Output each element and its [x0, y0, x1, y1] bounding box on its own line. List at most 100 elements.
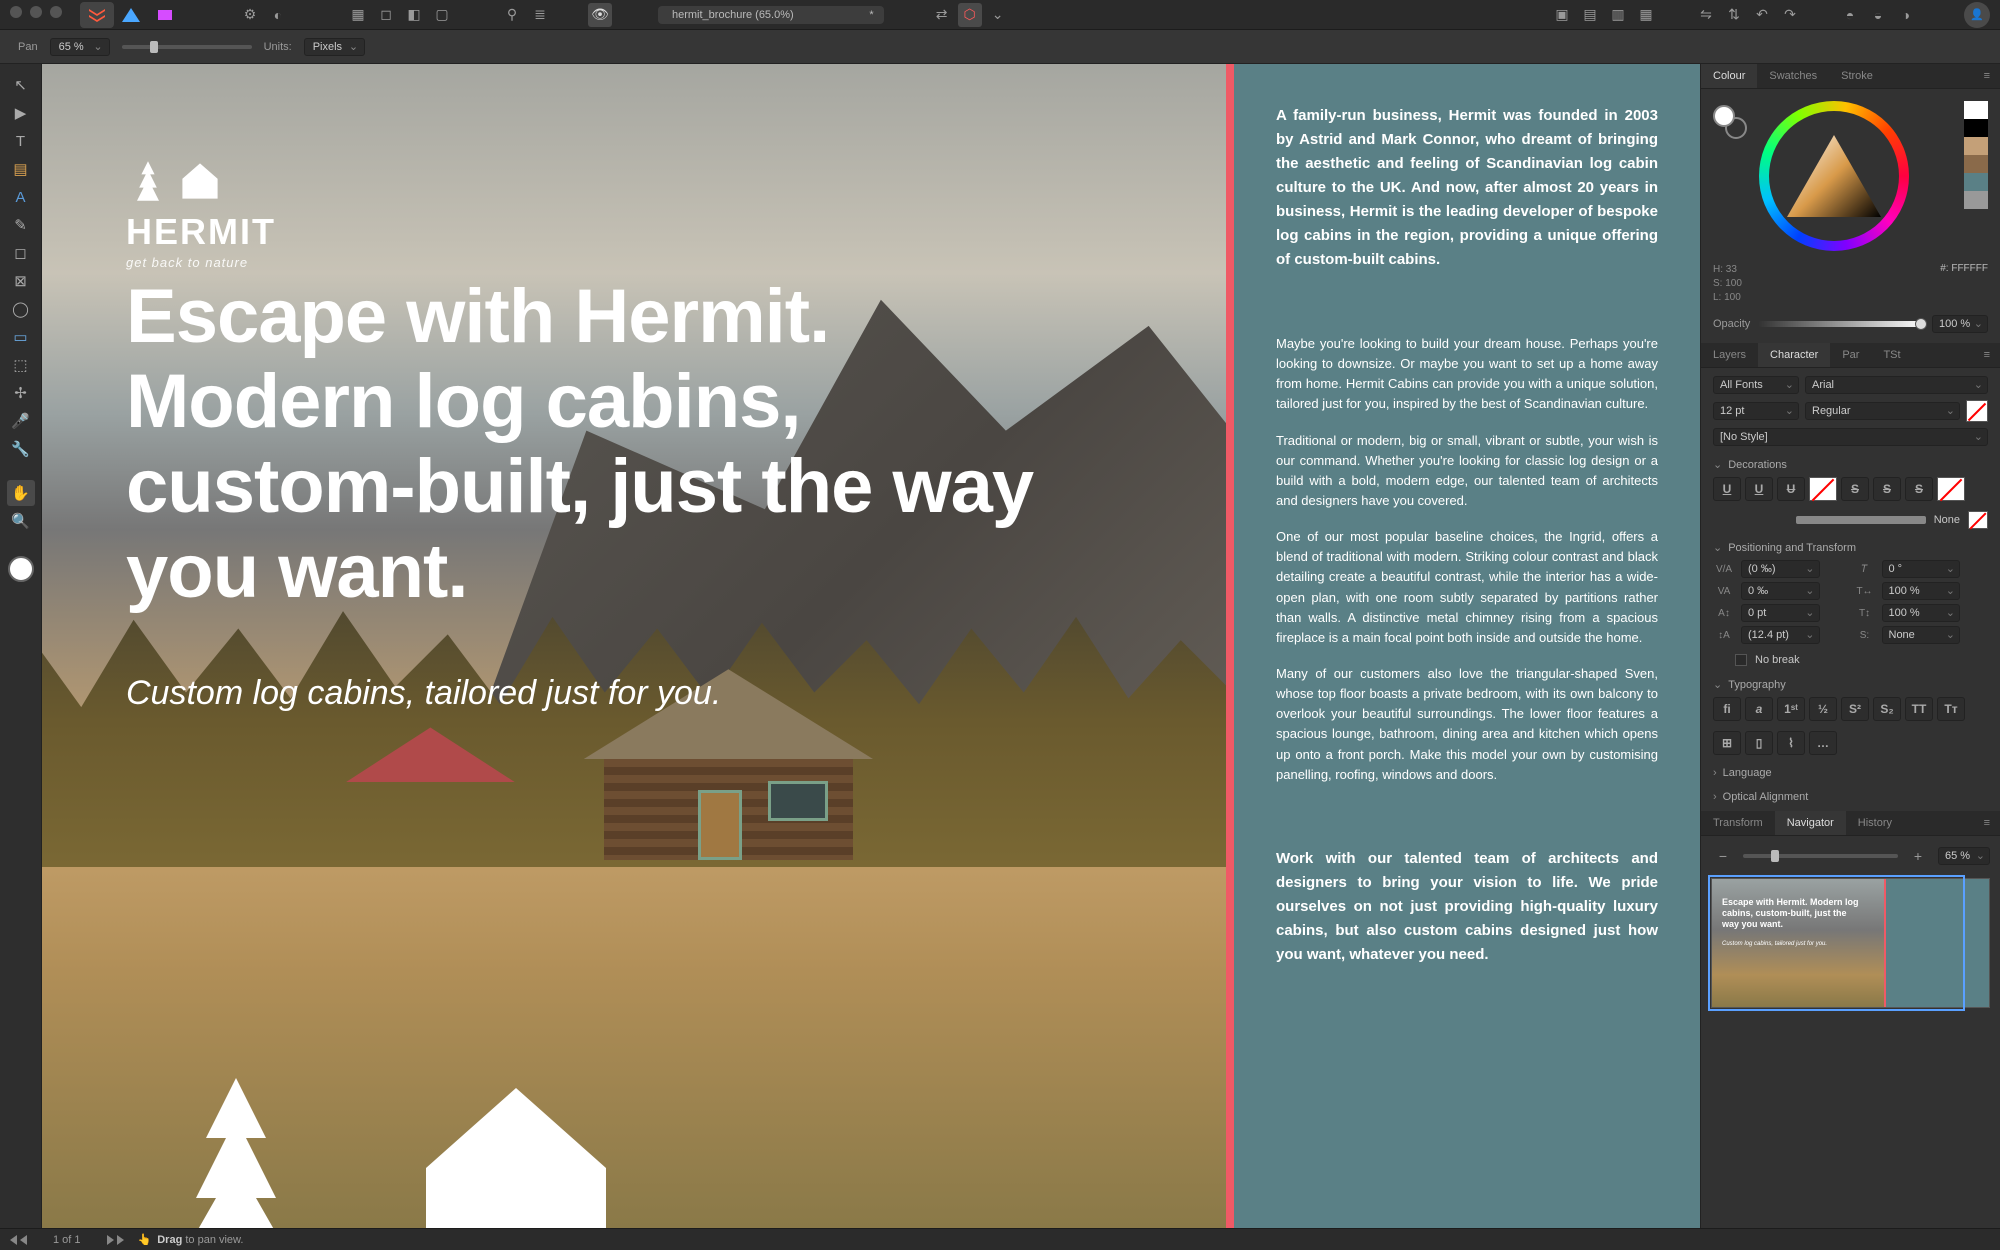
scaleopt-field[interactable]: None — [1882, 626, 1961, 644]
nav-zoom-slider[interactable] — [1743, 854, 1898, 858]
move-front-icon[interactable]: ▦ — [1634, 3, 1658, 27]
rotate-ccw-icon[interactable]: ↶ — [1750, 3, 1774, 27]
account-icon[interactable]: 👤 — [1964, 2, 1990, 28]
app-tab-publisher[interactable] — [80, 2, 114, 28]
snap-menu-icon[interactable]: ⌄ — [986, 3, 1010, 27]
boolean-int-icon[interactable]: ◑ — [1894, 3, 1918, 27]
ligatures-btn[interactable]: fi — [1713, 697, 1741, 721]
artistic-text-tool-icon[interactable]: T — [7, 128, 35, 154]
eyedropper-tool-icon[interactable]: ✎ — [7, 212, 35, 238]
view-mode-pixel-icon[interactable]: ▦ — [346, 3, 370, 27]
anchor-icon[interactable]: ⚲ — [500, 3, 524, 27]
preferences-icon[interactable]: ⚙ — [238, 3, 262, 27]
leading-field[interactable]: (12.4 pt) — [1741, 626, 1820, 644]
typo-more-btn[interactable]: … — [1809, 731, 1837, 755]
boolean-add-icon[interactable]: ◓ — [1838, 3, 1862, 27]
pen-tool-icon[interactable]: 🔧 — [7, 436, 35, 462]
view-mode-split-icon[interactable]: ◧ — [402, 3, 426, 27]
sub-btn[interactable]: S₂ — [1873, 697, 1901, 721]
deco-colour-none2[interactable] — [1937, 477, 1965, 501]
tab-character[interactable]: Character — [1758, 343, 1830, 367]
flip-h-icon[interactable]: ⇋ — [1694, 3, 1718, 27]
swatch[interactable] — [1964, 155, 1988, 173]
hex-value[interactable]: FFFFFF — [1951, 263, 1988, 274]
zoom-field[interactable]: 65 % — [50, 38, 110, 56]
move-back-icon[interactable]: ▣ — [1550, 3, 1574, 27]
panel-menu-icon[interactable]: ≡ — [1974, 66, 2000, 86]
first-page-icon[interactable] — [10, 1235, 17, 1245]
strike3-btn[interactable]: S — [1873, 477, 1901, 501]
alt-btn[interactable]: a — [1745, 697, 1773, 721]
section-typography[interactable]: Typography — [1713, 678, 1988, 691]
tab-history[interactable]: History — [1846, 811, 1904, 835]
baseline-field[interactable]: 0 pt — [1741, 604, 1820, 622]
fg-colour-swatch[interactable] — [8, 556, 34, 582]
strike-btn[interactable]: U — [1777, 477, 1805, 501]
font-style-select[interactable]: Regular — [1805, 402, 1960, 420]
dbl-underline-btn[interactable]: U — [1745, 477, 1773, 501]
ordinal-btn[interactable]: 1ˢᵗ — [1777, 697, 1805, 721]
opacity-slider[interactable] — [1758, 321, 1924, 327]
smallcaps-btn[interactable]: Tᴛ — [1937, 697, 1965, 721]
prev-page-icon[interactable] — [20, 1235, 27, 1245]
doc-setup-icon[interactable]: ◐ — [266, 3, 290, 27]
section-positioning[interactable]: Positioning and Transform — [1713, 541, 1988, 554]
swatch[interactable] — [1964, 191, 1988, 209]
tab-transform[interactable]: Transform — [1701, 811, 1775, 835]
swatch[interactable] — [1964, 173, 1988, 191]
fill-tool-icon[interactable]: ✢ — [7, 380, 35, 406]
typo-opt2[interactable]: ▯ — [1745, 731, 1773, 755]
swatch[interactable] — [1964, 137, 1988, 155]
hscale-field[interactable]: 100 % — [1882, 582, 1961, 600]
nav-zoom-field[interactable]: 65 % — [1938, 847, 1990, 865]
units-select[interactable]: Pixels — [304, 38, 365, 56]
section-decorations[interactable]: Decorations — [1713, 458, 1988, 471]
colour-triangle[interactable] — [1787, 135, 1881, 217]
fill-stroke-selector[interactable] — [1713, 105, 1747, 139]
view-mode-retina-icon[interactable]: ▢ — [430, 3, 454, 27]
preview-mode-icon[interactable]: 👁 — [588, 3, 612, 27]
deco-bg-none[interactable] — [1968, 511, 1988, 529]
swatch[interactable] — [1964, 101, 1988, 119]
typo-opt3[interactable]: ⌇ — [1777, 731, 1805, 755]
navigator-thumbnail[interactable]: Escape with Hermit. Modern log cabins, c… — [1711, 878, 1990, 1008]
frame-text-tool-icon[interactable]: ▤ — [7, 156, 35, 182]
font-collection-select[interactable]: All Fonts — [1713, 376, 1799, 394]
rotate-cw-icon[interactable]: ↷ — [1778, 3, 1802, 27]
move-forward-icon[interactable]: ▥ — [1606, 3, 1630, 27]
tab-paragraph[interactable]: Par — [1830, 343, 1871, 367]
ellipse-tool-icon[interactable]: ◯ — [7, 296, 35, 322]
tab-layers[interactable]: Layers — [1701, 343, 1758, 367]
caps-btn[interactable]: TT — [1905, 697, 1933, 721]
opacity-field[interactable]: 100 % — [1932, 315, 1988, 333]
zoom-slider[interactable] — [122, 45, 252, 49]
section-language[interactable]: Language — [1713, 767, 1988, 779]
underline-btn[interactable]: U — [1713, 477, 1741, 501]
panel-menu-icon[interactable]: ≡ — [1974, 813, 2000, 833]
deco-colour-none[interactable] — [1809, 477, 1837, 501]
navigator-viewport[interactable] — [1708, 875, 1965, 1011]
zoom-tool-icon[interactable]: 🔍 — [7, 508, 35, 534]
frac-btn[interactable]: ½ — [1809, 697, 1837, 721]
deco-weight-slider[interactable] — [1796, 516, 1926, 524]
canvas[interactable]: HERMIT get back to nature Escape with He… — [42, 64, 1700, 1228]
vscale-field[interactable]: 100 % — [1882, 604, 1961, 622]
nobreak-checkbox[interactable] — [1735, 654, 1747, 666]
tab-navigator[interactable]: Navigator — [1775, 811, 1846, 835]
section-optical[interactable]: Optical Alignment — [1713, 791, 1988, 803]
rectangle-tool-icon[interactable]: ◻ — [7, 240, 35, 266]
character-style-select[interactable]: [No Style] — [1713, 428, 1988, 446]
app-tab-designer[interactable] — [114, 2, 148, 28]
font-family-select[interactable]: Arial — [1805, 376, 1988, 394]
font-size-field[interactable]: 12 pt — [1713, 402, 1799, 420]
pan-tool-icon[interactable]: ✋ — [7, 480, 35, 506]
preflight-icon[interactable]: ⇄ — [930, 3, 954, 27]
tab-swatches[interactable]: Swatches — [1757, 64, 1829, 88]
move-backward-icon[interactable]: ▤ — [1578, 3, 1602, 27]
transparency-tool-icon[interactable]: 🎤 — [7, 408, 35, 434]
last-page-icon[interactable] — [117, 1235, 124, 1245]
nav-zoom-in-icon[interactable]: + — [1906, 844, 1930, 868]
tracking-field[interactable]: 0 ‰ — [1741, 582, 1820, 600]
vector-crop-tool-icon[interactable]: ⬚ — [7, 352, 35, 378]
window-controls[interactable] — [10, 6, 62, 18]
